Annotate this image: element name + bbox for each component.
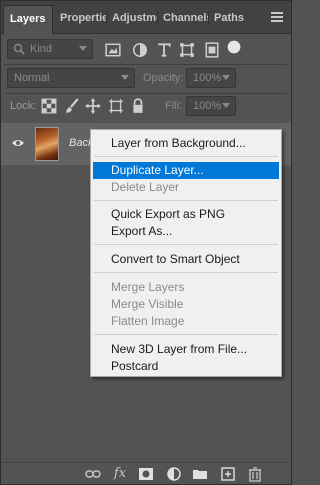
tab-layers[interactable]: Layers [3, 5, 53, 34]
folder-icon[interactable] [192, 466, 208, 482]
menu-item-postcard[interactable]: Postcard [93, 358, 279, 375]
add-mask-icon[interactable] [138, 466, 154, 482]
layer-thumbnail [35, 127, 59, 161]
context-menu: Layer from Background... Duplicate Layer… [90, 129, 282, 377]
trash-icon[interactable] [247, 466, 263, 482]
menu-item-merge-layers: Merge Layers [111, 280, 185, 294]
menu-separator [94, 334, 278, 335]
tab-adjustments[interactable]: Adjustme [106, 5, 157, 33]
chevron-down-icon [222, 103, 230, 108]
menu-item-delete-layer: Delete Layer [111, 180, 180, 194]
filter-kind-label: Kind [30, 43, 53, 55]
shape-filter-icon[interactable] [179, 42, 195, 58]
text-filter-icon[interactable] [156, 42, 172, 58]
lock-transparent-pixels-icon[interactable] [41, 98, 57, 114]
menu-separator [94, 156, 278, 157]
adjustment-layer-icon[interactable] [166, 466, 182, 482]
lock-label: Lock: [10, 100, 37, 112]
smart-object-filter-icon[interactable] [204, 42, 220, 58]
adjustment-filter-icon[interactable] [132, 42, 148, 58]
blend-mode-label: Normal [14, 72, 50, 84]
image-filter-icon[interactable] [105, 42, 121, 58]
filter-kind-select[interactable]: Kind [7, 39, 93, 59]
opacity-input[interactable]: 100% [186, 68, 236, 88]
menu-separator [94, 244, 278, 245]
menu-item-quick-export-png[interactable]: Quick Export as PNG [93, 206, 279, 223]
search-icon [13, 43, 25, 55]
tab-bar: Layers Propertie Adjustme Channels Paths [1, 1, 291, 34]
fx-icon[interactable]: fx [112, 466, 128, 482]
fill-value: 100% [193, 100, 222, 112]
layers-panel: Layers Propertie Adjustme Channels Paths… [0, 0, 292, 485]
filter-toggle-icon[interactable] [226, 39, 242, 55]
filter-row: Kind [1, 35, 291, 63]
opacity-label: Opacity: [143, 72, 184, 84]
menu-separator [94, 272, 278, 273]
menu-item-export-as[interactable]: Export As... [93, 223, 279, 240]
new-layer-icon[interactable] [220, 466, 236, 482]
eye-icon[interactable] [11, 136, 25, 150]
tab-paths[interactable]: Paths [208, 5, 248, 33]
blend-mode-select[interactable]: Normal [7, 68, 135, 88]
tab-properties[interactable]: Propertie [54, 5, 106, 33]
menu-item-flatten-image: Flatten Image [111, 314, 185, 328]
blend-row: Normal Opacity: 100% [1, 65, 291, 93]
fill-input[interactable]: 100% [186, 96, 236, 116]
link-icon[interactable] [85, 466, 101, 482]
lock-all-icon[interactable] [130, 98, 146, 114]
chevron-down-icon [222, 75, 230, 80]
chevron-down-icon [121, 75, 129, 80]
fill-label: Fill: [165, 100, 183, 112]
menu-item-convert-to-smart-object[interactable]: Convert to Smart Object [93, 251, 279, 268]
lock-position-move-icon[interactable] [85, 98, 101, 114]
menu-item-layer-from-background[interactable]: Layer from Background... [93, 135, 279, 152]
panel-menu-icon[interactable] [271, 12, 283, 22]
opacity-value: 100% [193, 72, 222, 84]
menu-item-new-3d-layer-from-file[interactable]: New 3D Layer from File... [93, 341, 279, 358]
menu-item-duplicate-layer[interactable]: Duplicate Layer... [93, 162, 279, 179]
lock-image-pixels-brush-icon[interactable] [64, 98, 80, 114]
lock-artboard-icon[interactable] [108, 98, 124, 114]
menu-separator [94, 200, 278, 201]
tab-channels[interactable]: Channels [157, 5, 209, 33]
lock-row: Lock: Fill: 100% [1, 93, 291, 121]
bottom-toolbar: fx [1, 462, 291, 484]
chevron-down-icon [79, 46, 87, 51]
menu-item-merge-visible: Merge Visible [111, 297, 184, 311]
